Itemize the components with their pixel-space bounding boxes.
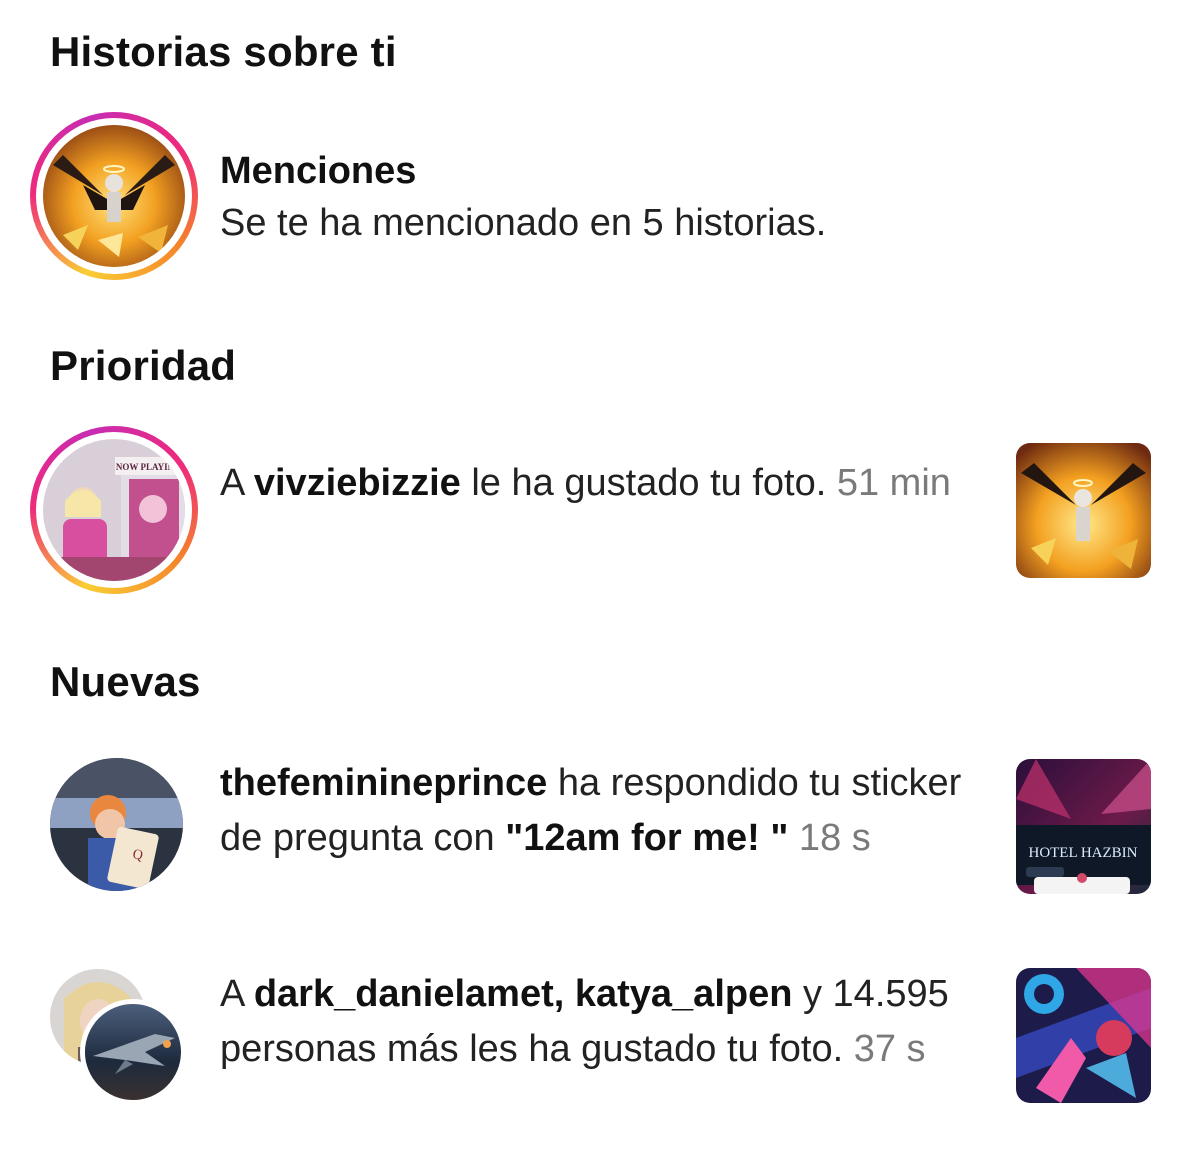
- mentions-description: Se te ha mencionado en 5 historias.: [220, 202, 827, 244]
- priority-text[interactable]: A vivziebizzie le ha gustado tu foto. 51…: [220, 456, 1000, 511]
- new-item-2-prefix: A: [220, 973, 254, 1015]
- vivziebizzie-avatar: NOW PLAYING!: [43, 439, 185, 581]
- priority-message: le ha gustado tu foto.: [460, 462, 837, 504]
- mentions-avatar: [43, 125, 185, 267]
- new-item-2-username-1[interactable]: dark_danielamet: [254, 973, 554, 1015]
- section-title-priority: Prioridad: [50, 342, 237, 389]
- section-title-stories: Historias sobre ti: [50, 28, 397, 75]
- new-item-2-separator: ,: [553, 973, 575, 1015]
- priority-time: 51 min: [836, 462, 951, 504]
- new-item-1-text[interactable]: thefeminineprince ha respondido tu stick…: [220, 756, 1000, 866]
- new-item-1-post-thumbnail[interactable]: HOTEL HAZBIN: [1016, 759, 1151, 894]
- katya-alpen-avatar[interactable]: [80, 999, 186, 1105]
- new-item-2-post-thumbnail[interactable]: [1016, 968, 1151, 1103]
- mentions-text[interactable]: Menciones Se te ha mencionado en 5 histo…: [220, 144, 826, 251]
- new-item-2-text[interactable]: A dark_danielamet, katya_alpen y 14.595 …: [220, 967, 1000, 1077]
- priority-prefix: A: [220, 462, 254, 504]
- new-item-2-username-2[interactable]: katya_alpen: [575, 973, 793, 1015]
- mentions-title: Menciones: [220, 150, 417, 192]
- new-item-1-username[interactable]: thefeminineprince: [220, 762, 547, 804]
- new-item-1-quote: "12am for me! ": [505, 817, 789, 859]
- new-item-1-time: 18 s: [788, 817, 871, 859]
- new-item-2-time: 37 s: [853, 1028, 926, 1070]
- priority-story-ring[interactable]: NOW PLAYING!: [30, 426, 198, 594]
- mentions-story-ring[interactable]: [30, 112, 198, 280]
- hotel-hazbin-title: HOTEL HAZBIN: [1028, 845, 1137, 861]
- priority-post-thumbnail[interactable]: [1016, 443, 1151, 578]
- thefeminineprince-avatar[interactable]: Q: [50, 758, 183, 891]
- priority-username[interactable]: vivziebizzie: [254, 462, 461, 504]
- section-title-new: Nuevas: [50, 658, 201, 705]
